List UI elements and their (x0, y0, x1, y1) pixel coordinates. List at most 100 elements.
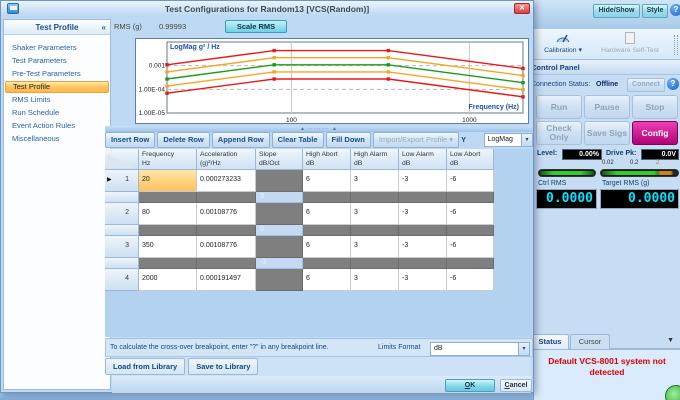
data-point-marker (165, 84, 168, 87)
column-header-high-abort[interactable]: High AbortdB (303, 149, 351, 170)
column-header-label: High Alarm (354, 151, 398, 160)
cell-low-alarm[interactable]: -3 (399, 170, 447, 192)
sidebar-item-pre-test-parameters[interactable]: Pre-Test Parameters (5, 68, 109, 80)
sidebar-item-rms-limits[interactable]: RMS Limits (5, 94, 109, 106)
cell-high-abort[interactable]: 6 (303, 269, 351, 291)
cell-high-abort[interactable]: 6 (303, 203, 351, 225)
cell-frequency[interactable]: 80 (139, 203, 197, 225)
column-header-high-alarm[interactable]: High AlarmdB (351, 149, 399, 170)
style-button[interactable]: Style (642, 4, 668, 18)
data-point-marker (521, 88, 524, 91)
slope-row-gray (351, 225, 399, 236)
chevron-down-icon[interactable]: ▾ (521, 134, 532, 146)
cell-high-alarm[interactable]: 3 (351, 236, 399, 258)
ok-button[interactable]: OK (445, 379, 495, 392)
caret-down-icon: ▾ (578, 47, 581, 54)
row-header-3[interactable]: 3 (105, 236, 139, 258)
cell-slope-value[interactable]: 3 (256, 192, 303, 203)
cell-high-abort[interactable]: 6 (303, 170, 351, 192)
sidebar-item-miscellaneous[interactable]: Miscellaneous (5, 133, 109, 145)
x-tick-label: 1000 (462, 117, 477, 123)
column-header-unit: dB/Oct (259, 160, 302, 169)
row-header-4[interactable]: 4 (105, 269, 139, 291)
cell-low-alarm[interactable]: -3 (399, 236, 447, 258)
cell-low-abort[interactable]: -6 (447, 203, 494, 225)
row-header-1[interactable]: ▶1 (105, 170, 139, 192)
column-header-frequency[interactable]: FrequencyHz (139, 149, 197, 170)
cell-slope-disabled (256, 269, 303, 291)
cell-low-abort[interactable]: -6 (447, 236, 494, 258)
ribbon-expander[interactable] (674, 35, 678, 55)
cell-low-abort[interactable]: -6 (447, 170, 494, 192)
collapse-icon[interactable]: « (102, 20, 106, 35)
cell-frequency[interactable]: 350 (139, 236, 197, 258)
cell-low-alarm[interactable]: -3 (399, 269, 447, 291)
row-number: 4 (115, 269, 138, 290)
cancel-button[interactable]: Cancel (500, 379, 532, 392)
connect-button[interactable]: Connect (627, 78, 665, 92)
limits-format-dropdown[interactable]: dB ▾ (430, 342, 530, 356)
data-point-marker (272, 77, 275, 80)
data-point-marker (521, 74, 524, 77)
column-header-slope[interactable]: SlopedB/Oct (256, 149, 303, 170)
calibration-button[interactable]: Calibration ▾ (538, 31, 588, 59)
cell-high-alarm[interactable]: 3 (351, 170, 399, 192)
delete-row-button[interactable]: Delete Row (157, 132, 209, 148)
chevron-down-icon[interactable]: ▼ (667, 337, 674, 344)
sidebar-item-shaker-parameters[interactable]: Shaker Parameters (5, 42, 109, 54)
sidebar-item-run-schedule[interactable]: Run Schedule (5, 107, 109, 119)
column-header-label: Slope (259, 151, 302, 160)
fill-down-button[interactable]: Fill Down (326, 132, 371, 148)
drive-pk-value: 0.0V (641, 149, 679, 160)
pin-icon[interactable] (668, 63, 675, 72)
y-axis-dropdown[interactable]: LogMag ▾ (484, 133, 533, 147)
cell-low-alarm[interactable]: -3 (399, 203, 447, 225)
slope-row-gray (303, 258, 351, 269)
insert-row-button[interactable]: Insert Row (105, 132, 155, 148)
document-icon (625, 32, 635, 44)
clear-table-button[interactable]: Clear Table (272, 132, 324, 148)
cell-frequency[interactable]: 2000 (139, 269, 197, 291)
tab-cursor[interactable]: Cursor (570, 334, 610, 349)
help-icon[interactable]: ? (667, 78, 679, 90)
sidebar-item-test-parameters[interactable]: Test Parameters (5, 55, 109, 67)
cell-high-abort[interactable]: 6 (303, 236, 351, 258)
cell-acceleration[interactable]: 0.000273233 (197, 170, 256, 192)
cell-acceleration[interactable]: 0.000191497 (197, 269, 256, 291)
config-button[interactable]: Config (632, 121, 678, 145)
column-header-acceleration[interactable]: Acceleration(g)²/Hz (197, 149, 256, 170)
table-row: 3 (105, 192, 533, 203)
current-row-marker (105, 203, 115, 224)
cell-slope-value[interactable]: 0 (256, 225, 303, 236)
cell-acceleration[interactable]: 0.00108776 (197, 203, 256, 225)
column-header-low-alarm[interactable]: Low AlarmdB (399, 149, 447, 170)
close-icon[interactable]: ✕ (514, 3, 530, 14)
load-from-library-button[interactable]: Load from Library (105, 358, 185, 375)
scale-rms-button[interactable]: Scale RMS (225, 20, 287, 33)
cell-frequency[interactable]: 20 (139, 170, 197, 192)
dialog-titlebar[interactable]: Test Configurations for Random13 [VCS(Ra… (1, 1, 533, 17)
cell-slope-disabled (256, 170, 303, 192)
column-header-unit: (g)²/Hz (200, 160, 255, 169)
rms-value: 0.99993 (159, 22, 186, 31)
cell-high-alarm[interactable]: 3 (351, 269, 399, 291)
drive-meter (600, 169, 679, 177)
meter-scale-tick: 0.02 (602, 160, 614, 166)
row-header-2[interactable]: 2 (105, 203, 139, 225)
help-icon[interactable]: ? (670, 4, 680, 16)
cell-high-alarm[interactable]: 3 (351, 203, 399, 225)
save-to-library-button[interactable]: Save to Library (188, 358, 258, 375)
hide-show-button[interactable]: Hide/Show (593, 4, 640, 18)
append-row-button[interactable]: Append Row (212, 132, 270, 148)
tab-status[interactable]: Status (533, 334, 569, 349)
sidebar-item-event-action-rules[interactable]: Event Action Rules (5, 120, 109, 132)
column-header-low-abort[interactable]: Low AbortdB (447, 149, 494, 170)
cell-slope-value[interactable]: -3 (256, 258, 303, 269)
slope-row-gray (351, 258, 399, 269)
cell-acceleration[interactable]: 0.00108776 (197, 236, 256, 258)
sidebar-item-test-profile[interactable]: Test Profile (5, 81, 109, 93)
cell-low-abort[interactable]: -6 (447, 269, 494, 291)
chevron-down-icon[interactable]: ▾ (518, 343, 529, 355)
table-corner-cell[interactable] (105, 149, 139, 170)
rms-bar: RMS (g) 0.99993 Scale RMS (113, 18, 531, 35)
